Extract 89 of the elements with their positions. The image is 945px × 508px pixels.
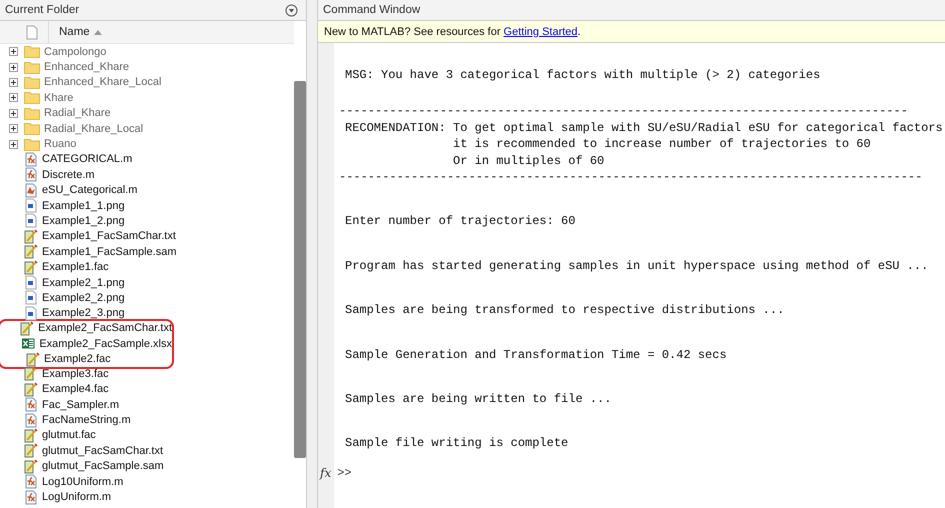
folder-icon bbox=[24, 76, 40, 89]
file-item[interactable]: Example2_2.png bbox=[42, 292, 125, 304]
expand-icon[interactable] bbox=[9, 108, 18, 118]
console-output-line: Samples are being transformed to respective distributions ... bbox=[345, 302, 786, 319]
expand-icon[interactable] bbox=[9, 78, 18, 87]
console-output-line: Or in multiples of 60 bbox=[452, 152, 606, 170]
scrollbar-thumb[interactable] bbox=[294, 81, 306, 458]
folder-item[interactable]: Ruano bbox=[44, 138, 76, 150]
file-item[interactable]: LogUniform.m bbox=[42, 491, 112, 504]
file-item[interactable]: FacNameString.m bbox=[42, 414, 131, 426]
expand-icon[interactable] bbox=[9, 140, 18, 149]
text-file-icon bbox=[24, 260, 38, 275]
file-item[interactable]: Example1_FacSample.sam bbox=[42, 246, 177, 258]
folder-icon bbox=[24, 91, 40, 104]
file-item[interactable]: glutmut_FacSample.sam bbox=[42, 460, 164, 472]
banner-text: New to MATLAB? See resources for Getting Started. bbox=[324, 26, 581, 38]
spreadsheet-file-icon bbox=[21, 336, 36, 352]
file-item[interactable]: Example2_3.png bbox=[42, 307, 125, 320]
console-output-line: RECOMENDATION: To get optimal sample with SU/eSU/Radial eSU for categorical factors bbox=[345, 120, 944, 136]
file-item[interactable]: Example1_1.png bbox=[42, 200, 125, 212]
folder-item[interactable]: Enhanced_Khare_Local bbox=[44, 76, 162, 88]
sort-ascending-icon bbox=[94, 30, 102, 34]
file-item[interactable]: Example1_FacSamChar.txt bbox=[42, 230, 176, 242]
file-item[interactable]: Example1.fac bbox=[42, 261, 109, 274]
file-item[interactable]: glutmut_FacSamChar.txt bbox=[42, 444, 164, 457]
console-output-line: Sample file writing is complete bbox=[345, 435, 570, 452]
console-output-line: ------------------------------------------------------------------------------- bbox=[339, 103, 909, 120]
panel-title: Command Window bbox=[323, 4, 420, 16]
image-file-icon bbox=[24, 306, 38, 321]
text-file-icon bbox=[24, 458, 38, 474]
text-file-icon bbox=[24, 366, 38, 382]
folder-item[interactable]: Khare bbox=[44, 92, 74, 104]
file-item[interactable]: Example3.fac bbox=[42, 368, 109, 380]
folder-item[interactable]: Radial_Khare_Local bbox=[44, 122, 144, 135]
function-file-icon bbox=[24, 397, 38, 412]
expand-icon[interactable] bbox=[9, 93, 18, 102]
file-item[interactable]: glutmut.fac bbox=[42, 429, 96, 442]
function-file-icon bbox=[24, 490, 38, 505]
folder-item[interactable]: Campolongo bbox=[44, 46, 106, 58]
folder-item[interactable]: Radial_Khare bbox=[44, 107, 111, 120]
function-file-icon bbox=[24, 412, 38, 428]
name-column-header[interactable]: Name bbox=[48, 21, 102, 43]
panel-title: Current Folder bbox=[5, 4, 80, 16]
expand-icon[interactable] bbox=[9, 62, 18, 72]
command-prompt[interactable]: >> bbox=[337, 466, 352, 480]
console-output-line: Sample Generation and Transformation Time = 0.42 secs bbox=[345, 346, 728, 364]
file-item[interactable]: Fac_Sampler.m bbox=[42, 398, 120, 411]
file-item[interactable]: Example2_1.png bbox=[42, 276, 125, 289]
file-item[interactable]: Discrete.m bbox=[42, 168, 95, 181]
text-file-icon bbox=[24, 244, 38, 260]
text-file-icon bbox=[24, 228, 38, 244]
text-file-icon bbox=[24, 443, 38, 458]
console-output-line: Samples are being written to file ... bbox=[345, 391, 612, 408]
file-item[interactable]: Example2_FacSamChar.txt bbox=[38, 322, 172, 334]
file-item[interactable]: Example2.fac bbox=[44, 353, 111, 365]
text-file-icon bbox=[24, 382, 38, 397]
function-file-icon bbox=[24, 474, 38, 490]
file-item[interactable]: Log10Uniform.m bbox=[42, 476, 124, 488]
image-file-icon bbox=[24, 198, 38, 214]
folder-icon bbox=[24, 60, 40, 74]
folder-icon bbox=[24, 138, 40, 151]
console-output-line: it is recommended to increase number of trajectories to 60 bbox=[452, 136, 872, 153]
image-file-icon bbox=[24, 275, 38, 290]
file-type-icon bbox=[26, 24, 38, 40]
function-file-icon bbox=[24, 152, 38, 167]
function-browser-icon[interactable]: fx bbox=[320, 466, 332, 480]
file-item[interactable]: Example1_2.png bbox=[42, 214, 125, 227]
image-file-icon bbox=[24, 290, 38, 306]
console-output-line: MSG: You have 3 categorical factors with multiple (> 2) categories bbox=[345, 67, 822, 84]
file-item[interactable]: eSU_Categorical.m bbox=[42, 184, 138, 196]
image-file-icon bbox=[24, 213, 38, 228]
text-file-icon bbox=[26, 352, 40, 366]
text-file-icon bbox=[24, 428, 38, 443]
console-output-line: --------------------------------------------------------------------------------- bbox=[339, 169, 924, 186]
expand-icon[interactable] bbox=[9, 124, 18, 134]
expand-icon[interactable] bbox=[9, 47, 18, 56]
function-file-icon bbox=[24, 167, 38, 182]
folder-item[interactable]: Enhanced_Khare bbox=[44, 61, 130, 74]
file-item[interactable]: CATEGORICAL.m bbox=[42, 153, 132, 166]
file-item[interactable]: Example2_FacSample.xlsx bbox=[39, 338, 172, 350]
script-file-icon bbox=[24, 182, 38, 198]
text-file-icon bbox=[20, 320, 34, 336]
getting-started-link[interactable]: Getting Started bbox=[504, 26, 578, 38]
folder-icon bbox=[24, 106, 40, 120]
console-output-line: Enter number of trajectories: 60 bbox=[345, 213, 576, 230]
console-output-line: Program has started generating samples in unit hyperspace using method of eSU ... bbox=[345, 258, 930, 274]
folder-icon bbox=[24, 122, 40, 136]
file-item[interactable]: Example4.fac bbox=[42, 383, 109, 396]
panel-menu-icon[interactable] bbox=[285, 4, 298, 16]
